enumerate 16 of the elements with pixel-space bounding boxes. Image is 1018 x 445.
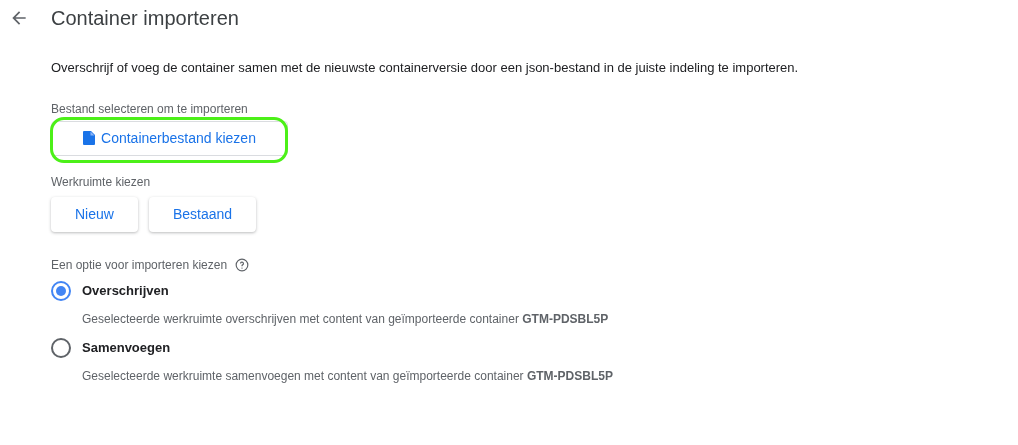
workspace-button[interactable]: Bestaand <box>148 196 257 232</box>
field-label: Bestand selecteren om te importeren <box>51 100 249 118</box>
option-title: Overschrijven <box>82 281 169 300</box>
description-text: Overschrijf of voeg de container samen met de nieuwste containerversie door een json-bestand in de juiste indeling te importeren. <box>51 59 800 77</box>
option-title: Samenvoegen <box>82 338 171 357</box>
option-description: Geselecteerde werkruimte samenvoegen met content van geïmporteerde container GTM-PDSBL5P <box>82 367 614 385</box>
field-label: Werkruimte kiezen <box>51 173 152 191</box>
choose-file-button[interactable]: Containerbestand kiezen <box>51 120 288 156</box>
page-title: Container importeren <box>51 6 239 31</box>
option-description: Geselecteerde werkruimte overschrijven met content van geïmporteerde container GTM-PDSBL5P <box>82 310 610 328</box>
radio-button[interactable] <box>51 337 71 358</box>
help-icon[interactable] <box>235 257 250 272</box>
radio-button[interactable] <box>51 280 71 301</box>
workspace-button[interactable]: Nieuw <box>51 196 138 232</box>
file-icon <box>83 131 96 145</box>
field-label: Een optie voor importeren kiezen <box>51 256 228 274</box>
